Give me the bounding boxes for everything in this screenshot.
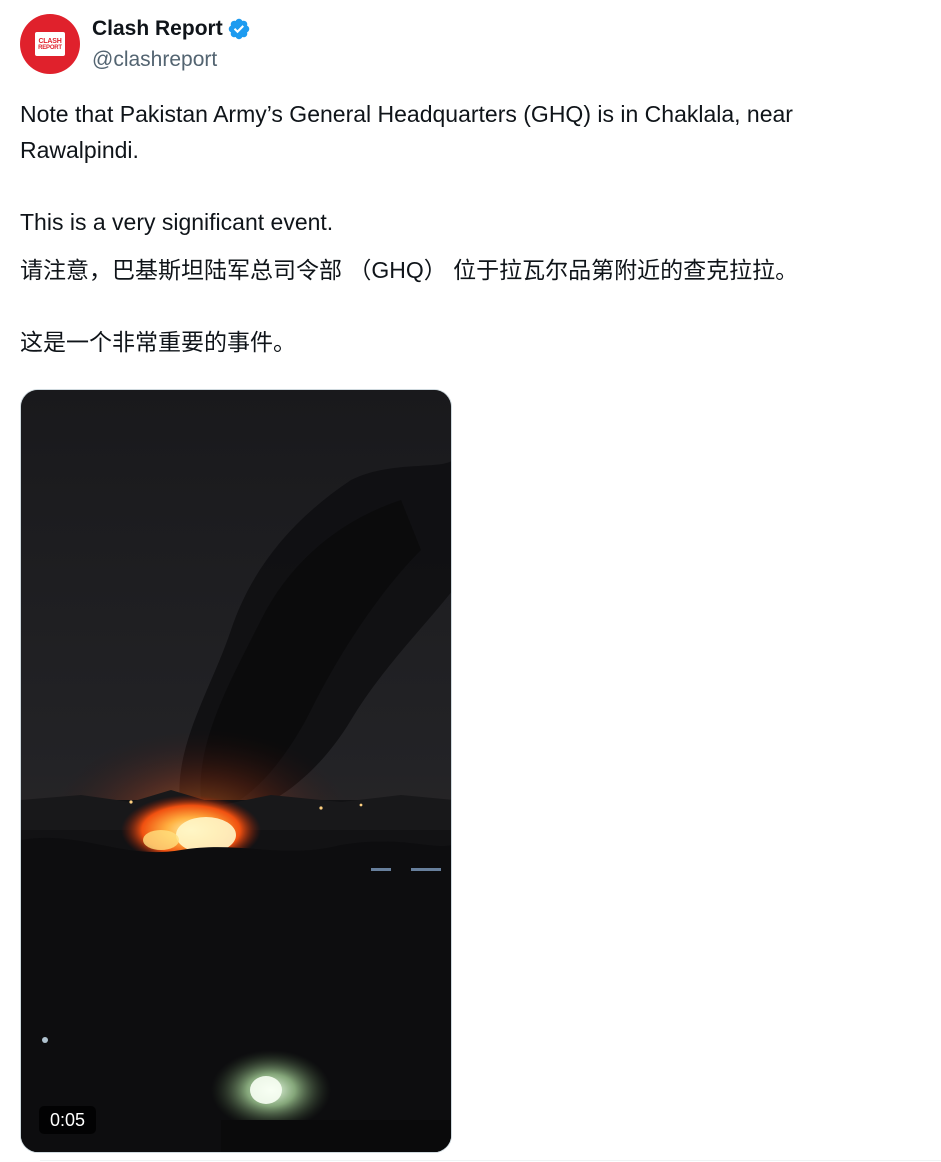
verified-badge-icon[interactable] bbox=[227, 17, 251, 41]
logo-text-bottom: REPORT bbox=[38, 44, 62, 51]
author-display-name[interactable]: Clash Report bbox=[92, 14, 223, 44]
video-thumbnail bbox=[21, 390, 451, 1152]
tweet-paragraph-2: This is a very significant event. bbox=[20, 209, 334, 235]
video-duration-badge: 0:05 bbox=[39, 1106, 97, 1134]
author-name-row: Clash Report bbox=[92, 14, 251, 44]
author-handle[interactable]: @clashreport bbox=[92, 45, 217, 75]
logo-text-top: CLASH bbox=[38, 37, 62, 45]
tweet-paragraph-4: 这是一个非常重要的事件。 bbox=[20, 329, 296, 355]
clash-report-logo: CLASH REPORT bbox=[35, 32, 65, 56]
tweet-text: Note that Pakistan Army’s General Headqu… bbox=[20, 96, 910, 360]
avatar[interactable]: CLASH REPORT bbox=[20, 14, 80, 74]
tweet-paragraph-1: Note that Pakistan Army’s General Headqu… bbox=[20, 101, 793, 163]
tweet-paragraph-3: 请注意，巴基斯坦陆军总司令部 （GHQ） 位于拉瓦尔品第附近的查克拉拉。 bbox=[20, 257, 799, 283]
divider bbox=[40, 1160, 941, 1161]
video-player[interactable]: 0:05 bbox=[20, 389, 452, 1153]
